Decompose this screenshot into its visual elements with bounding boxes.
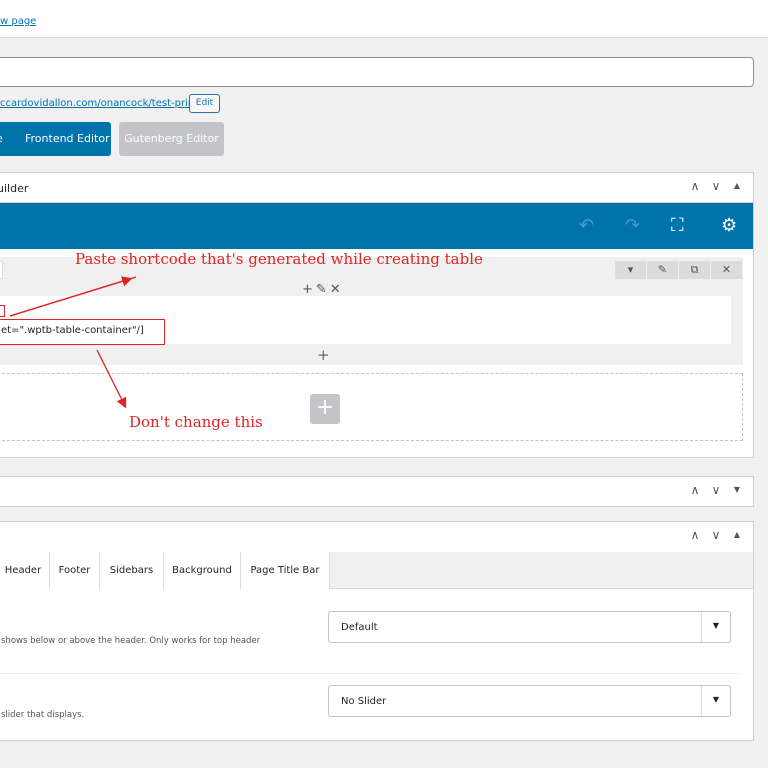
permalink-url[interactable]: ccardovidallon.com/onancock/test-print/ <box>0 98 202 109</box>
highlight-box-small <box>0 305 5 317</box>
builder-canvas: ▾ ✎ ⧉ ✕ +✎✕ et=".wptb-table-container"/]… <box>0 249 753 457</box>
page-options-metabox: ∧ ∨ ▲ Header Footer Sidebars Background … <box>0 521 754 741</box>
tab-sidebars[interactable]: Sidebars <box>100 552 164 589</box>
toggle-panel-icon[interactable]: ▲ <box>731 179 743 193</box>
move-up-icon[interactable]: ∧ <box>689 179 701 193</box>
add-container-area: + <box>0 373 743 441</box>
builder-metabox-title: uilder <box>0 182 29 195</box>
dropdown-arrow-icon: ▼ <box>701 686 730 716</box>
header-position-select[interactable]: Default ▼ <box>328 611 731 643</box>
collapsed-metabox: ∧ ∨ ▼ <box>0 476 754 507</box>
shortcode-text: et=".wptb-table-container"/] <box>1 325 144 336</box>
slider-type-select[interactable]: No Slider ▼ <box>328 685 731 717</box>
dropdown-arrow-icon: ▼ <box>701 612 730 642</box>
options-tabs: Header Footer Sidebars Background Page T… <box>0 552 753 589</box>
view-page-link[interactable]: w page <box>0 16 36 27</box>
container-controls: ▾ ✎ ⧉ ✕ <box>614 261 742 279</box>
collapsed-metabox-header: ∧ ∨ ▼ <box>0 477 753 507</box>
select-value: No Slider <box>341 696 387 707</box>
redo-icon[interactable]: ↷ <box>625 215 640 236</box>
add-element-icon[interactable]: + <box>317 346 330 364</box>
tab-page-title-bar[interactable]: Page Title Bar <box>241 552 330 589</box>
builder-toolbar: ↶ ↷ ⛶ ⚙ <box>0 203 753 249</box>
gutenberg-editor-button[interactable]: Gutenberg Editor <box>119 122 224 156</box>
tab-background[interactable]: Background <box>164 552 241 589</box>
move-down-icon[interactable]: ∨ <box>710 179 722 193</box>
move-down-icon[interactable]: ∨ <box>710 483 722 497</box>
top-bar: w page <box>0 0 768 38</box>
collapsed-metabox-controls: ∧ ∨ ▼ <box>689 483 743 497</box>
toggle-panel-icon[interactable]: ▼ <box>731 483 743 497</box>
fullscreen-icon[interactable]: ⛶ <box>671 215 684 236</box>
frontend-editor-label: Frontend Editor <box>25 132 110 145</box>
edit-container-icon[interactable]: ✎ <box>646 261 678 279</box>
add-container-button[interactable]: + <box>310 394 340 424</box>
edit-permalink-button[interactable]: Edit <box>189 94 220 113</box>
metabox-controls: ∧ ∨ ▲ <box>689 179 743 193</box>
page-options-header: ∧ ∨ ▲ <box>0 522 753 552</box>
tab-header[interactable]: Header <box>0 552 50 589</box>
frontend-editor-button[interactable]: e Frontend Editor <box>0 122 111 156</box>
annotation-dont-change: Don't change this <box>129 413 263 431</box>
builder-metabox-header: uilder ∧ ∨ ▲ <box>0 173 753 203</box>
annotation-paste-shortcode: Paste shortcode that's generated while c… <box>75 250 483 268</box>
option-divider <box>0 673 741 674</box>
toggle-panel-icon[interactable]: ▲ <box>731 528 743 542</box>
tab-footer[interactable]: Footer <box>50 552 100 589</box>
settings-gear-icon[interactable]: ⚙ <box>721 215 737 236</box>
move-up-icon[interactable]: ∧ <box>689 528 701 542</box>
move-up-icon[interactable]: ∧ <box>689 483 701 497</box>
post-title-input[interactable] <box>0 57 754 87</box>
delete-container-icon[interactable]: ✕ <box>710 261 742 279</box>
row-controls[interactable]: +✎✕ <box>302 282 344 297</box>
container-tab[interactable] <box>0 261 3 279</box>
option-description: shows below or above the header. Only wo… <box>1 636 261 646</box>
container-settings-icon[interactable]: ▾ <box>614 261 646 279</box>
clone-container-icon[interactable]: ⧉ <box>678 261 710 279</box>
builder-metabox: uilder ∧ ∨ ▲ ↶ ↷ ⛶ ⚙ ▾ ✎ ⧉ ✕ +✎✕ et=".wp… <box>0 172 754 458</box>
page-options-controls: ∧ ∨ ▲ <box>689 528 743 542</box>
move-down-icon[interactable]: ∨ <box>710 528 722 542</box>
backend-editor-label-fragment: e <box>0 132 3 145</box>
select-value: Default <box>341 622 378 633</box>
option-description: slider that displays. <box>1 710 85 720</box>
undo-icon[interactable]: ↶ <box>579 215 594 236</box>
